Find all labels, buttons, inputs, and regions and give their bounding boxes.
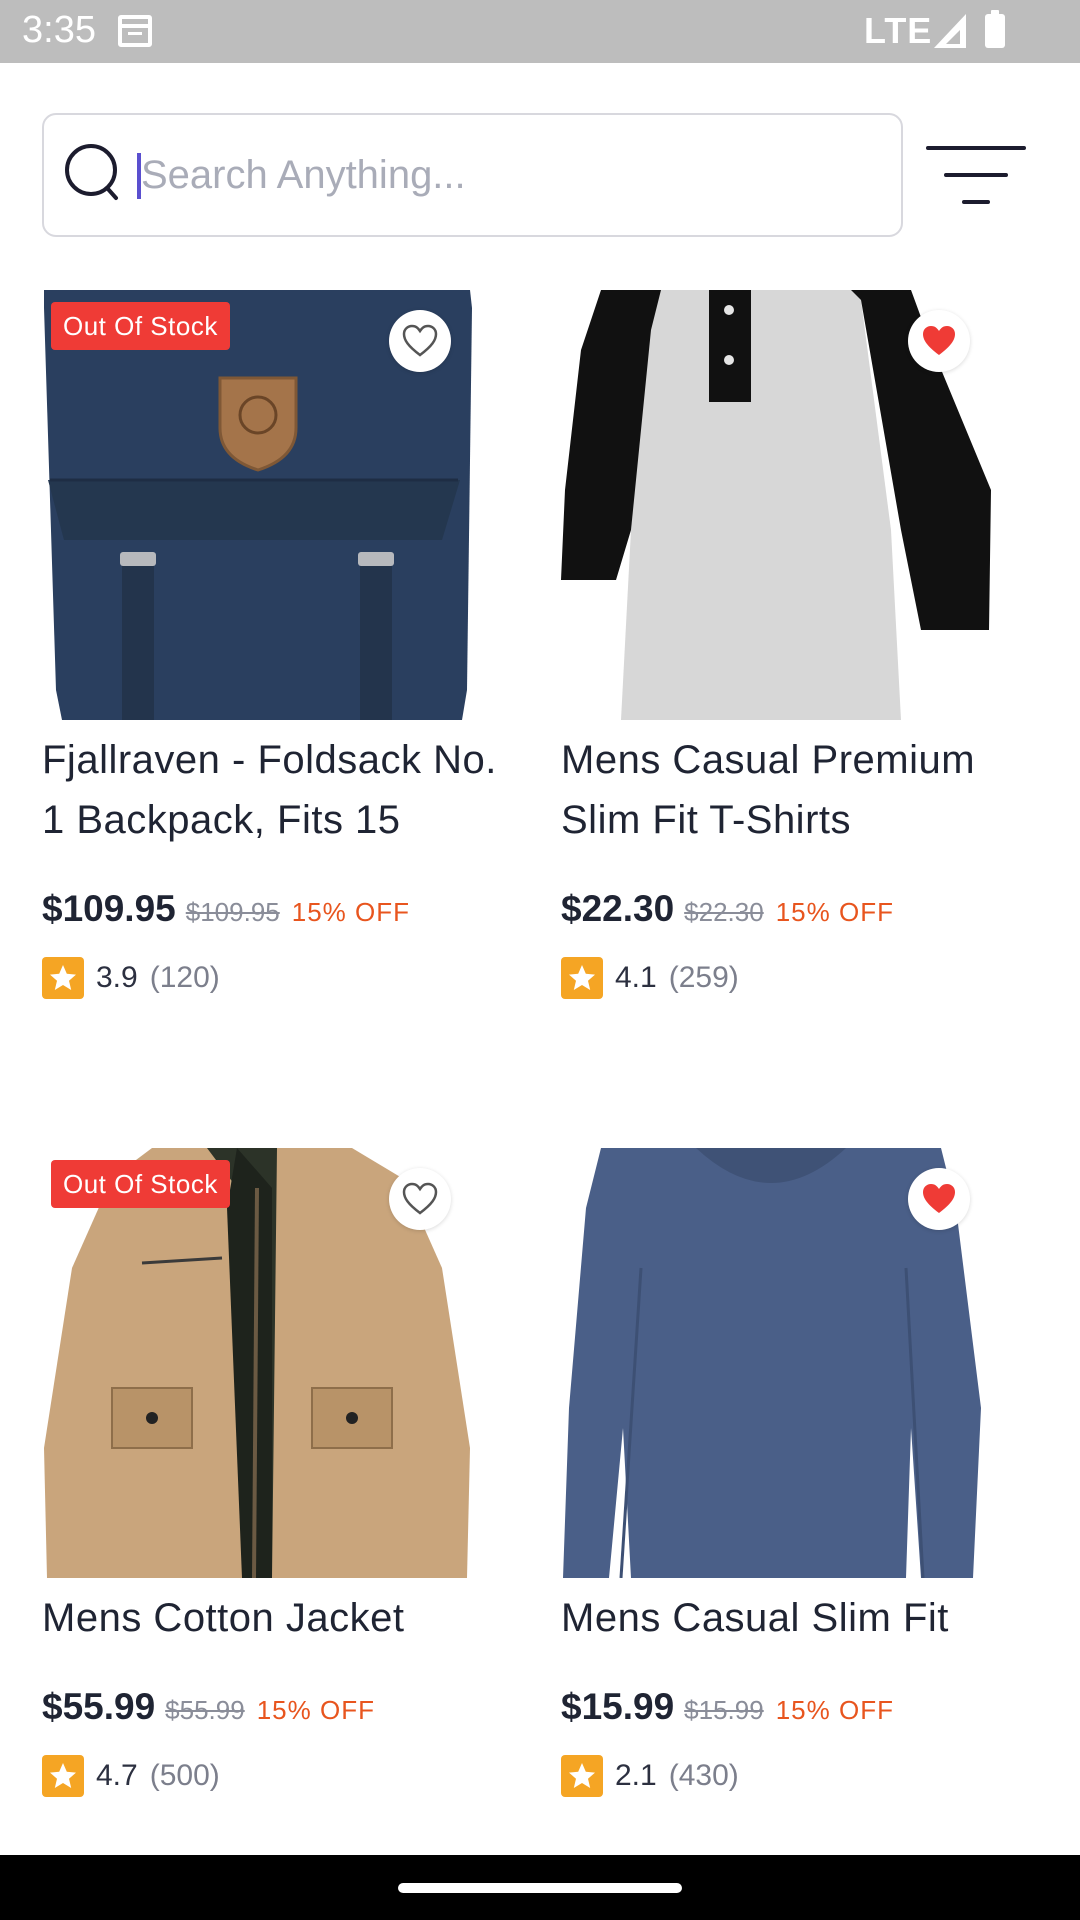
discount-label: 15% OFF — [256, 1695, 375, 1725]
rating-row: 2.1 (430) — [561, 1754, 1031, 1798]
price: $15.99 — [561, 1686, 675, 1727]
product-grid: Out Of Stock Fjallraven - Foldsack No. 1… — [0, 0, 1080, 1855]
product-image: Out Of Stock — [42, 290, 472, 720]
star-icon — [561, 957, 603, 999]
star-icon — [561, 1755, 603, 1797]
favorite-button[interactable] — [908, 1168, 970, 1230]
heart-outline-icon — [402, 324, 438, 357]
price-row: $22.30 $22.30 15% OFF — [561, 888, 1031, 938]
out-of-stock-badge: Out Of Stock — [51, 1160, 230, 1208]
home-gesture-handle[interactable] — [398, 1883, 682, 1893]
discount-label: 15% OFF — [291, 897, 410, 927]
product-image — [561, 1148, 991, 1578]
price: $22.30 — [561, 888, 675, 929]
product-title: Mens Casual Slim Fit — [561, 1596, 949, 1640]
price-row: $15.99 $15.99 15% OFF — [561, 1686, 1031, 1736]
review-count: (430) — [668, 1759, 739, 1792]
original-price: $109.95 — [185, 897, 280, 927]
original-price: $22.30 — [684, 897, 764, 927]
favorite-button[interactable] — [389, 1168, 451, 1230]
review-count: (120) — [149, 961, 220, 994]
discount-label: 15% OFF — [775, 1695, 894, 1725]
rating-value: 2.1 — [615, 1759, 657, 1792]
heart-filled-icon — [923, 326, 955, 355]
price: $109.95 — [42, 888, 176, 929]
heart-filled-icon — [923, 1184, 955, 1213]
star-icon — [42, 957, 84, 999]
product-image: Out Of Stock — [42, 1148, 472, 1578]
heart-outline-icon — [402, 1182, 438, 1215]
out-of-stock-badge: Out Of Stock — [51, 302, 230, 350]
product-image — [561, 290, 991, 720]
original-price: $55.99 — [165, 1695, 245, 1725]
price-row: $55.99 $55.99 15% OFF — [42, 1686, 512, 1736]
product-title: Mens Cotton Jacket — [42, 1596, 405, 1640]
rating-value: 3.9 — [96, 961, 138, 994]
favorite-button[interactable] — [908, 310, 970, 372]
product-title: Fjallraven - Foldsack No. 1 Backpack, Fi… — [42, 738, 497, 842]
review-count: (259) — [668, 961, 739, 994]
rating-value: 4.1 — [615, 961, 657, 994]
favorite-button[interactable] — [389, 310, 451, 372]
star-icon — [42, 1755, 84, 1797]
original-price: $15.99 — [684, 1695, 764, 1725]
rating-value: 4.7 — [96, 1759, 138, 1792]
price-row: $109.95 $109.95 15% OFF — [42, 888, 512, 938]
price: $55.99 — [42, 1686, 156, 1727]
rating-row: 3.9 (120) — [42, 956, 512, 1000]
review-count: (500) — [149, 1759, 220, 1792]
rating-row: 4.7 (500) — [42, 1754, 512, 1798]
discount-label: 15% OFF — [775, 897, 894, 927]
product-title: Mens Casual Premium Slim Fit T-Shirts — [561, 738, 976, 842]
rating-row: 4.1 (259) — [561, 956, 1031, 1000]
